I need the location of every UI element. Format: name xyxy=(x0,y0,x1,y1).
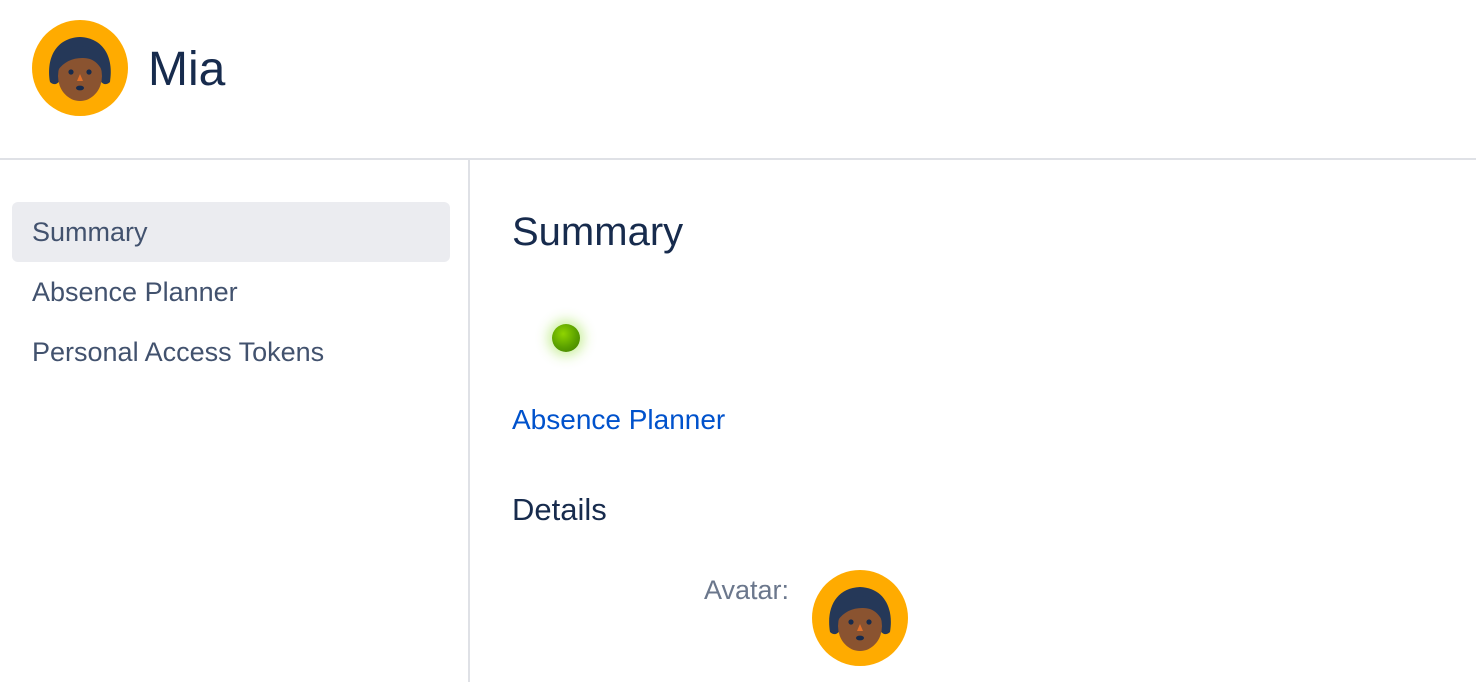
sidebar-item-personal-access-tokens[interactable]: Personal Access Tokens xyxy=(12,322,450,382)
status-dot-icon xyxy=(552,324,580,352)
profile-sidebar: Summary Absence Planner Personal Access … xyxy=(0,160,470,682)
page-title: Summary xyxy=(512,210,684,254)
avatar-icon xyxy=(812,570,908,666)
main-content: Summary Absence Planner Details Avatar: xyxy=(512,160,1452,682)
avatar-icon[interactable] xyxy=(32,20,128,116)
user-name: Mia xyxy=(148,43,226,96)
details-heading: Details xyxy=(512,492,607,527)
absence-planner-link[interactable]: Absence Planner xyxy=(512,403,725,437)
sidebar-item-summary[interactable]: Summary xyxy=(12,202,450,262)
avatar-label: Avatar: xyxy=(704,575,790,605)
sidebar-item-absence-planner[interactable]: Absence Planner xyxy=(12,262,450,322)
profile-header: Mia xyxy=(0,0,1476,160)
